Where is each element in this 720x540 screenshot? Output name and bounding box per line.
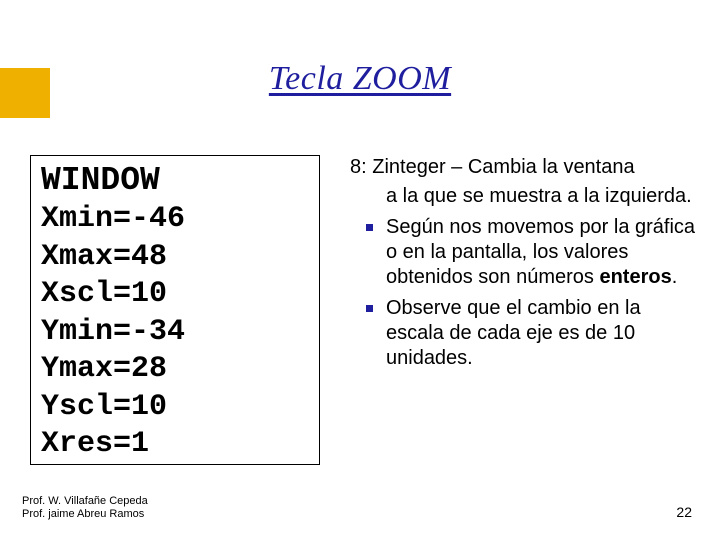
- page-number: 22: [676, 504, 692, 520]
- calc-line: Xres=1: [41, 426, 309, 464]
- calc-line: Xmin=-46: [41, 201, 309, 239]
- calc-line: Yscl=10: [41, 389, 309, 427]
- bullet-item: Observe que el cambio en la escala de ca…: [350, 296, 696, 371]
- calc-header: WINDOW: [41, 160, 309, 201]
- bullet-bold: enteros: [599, 266, 671, 288]
- calc-line: Xscl=10: [41, 276, 309, 314]
- calc-line: Ymax=28: [41, 351, 309, 389]
- calc-line: Xmax=48: [41, 239, 309, 277]
- bullet-post: .: [672, 266, 678, 288]
- footer-authors: Prof. W. Villafañe Cepeda Prof. jaime Ab…: [22, 495, 148, 523]
- calculator-panel: WINDOW Xmin=-46 Xmax=48 Xscl=10 Ymin=-34…: [30, 155, 320, 480]
- calculator-screen: WINDOW Xmin=-46 Xmax=48 Xscl=10 Ymin=-34…: [30, 155, 320, 465]
- lead-line: 8: Zinteger – Cambia la ventana: [350, 155, 696, 180]
- bullet-text: Observe que el cambio en la escala de ca…: [386, 297, 641, 369]
- content-area: WINDOW Xmin=-46 Xmax=48 Xscl=10 Ymin=-34…: [30, 155, 696, 480]
- author-line: Prof. W. Villafañe Cepeda: [22, 495, 148, 509]
- lead-cont: a la que se muestra a la izquierda.: [350, 184, 696, 209]
- author-line: Prof. jaime Abreu Ramos: [22, 508, 148, 522]
- calc-line: Ymin=-34: [41, 314, 309, 352]
- slide-title: Tecla ZOOM: [0, 60, 720, 98]
- bullet-item: Según nos movemos por la gráfica o en la…: [350, 215, 696, 290]
- text-panel: 8: Zinteger – Cambia la ventana a la que…: [350, 155, 696, 480]
- bullet-list: Según nos movemos por la gráfica o en la…: [350, 215, 696, 371]
